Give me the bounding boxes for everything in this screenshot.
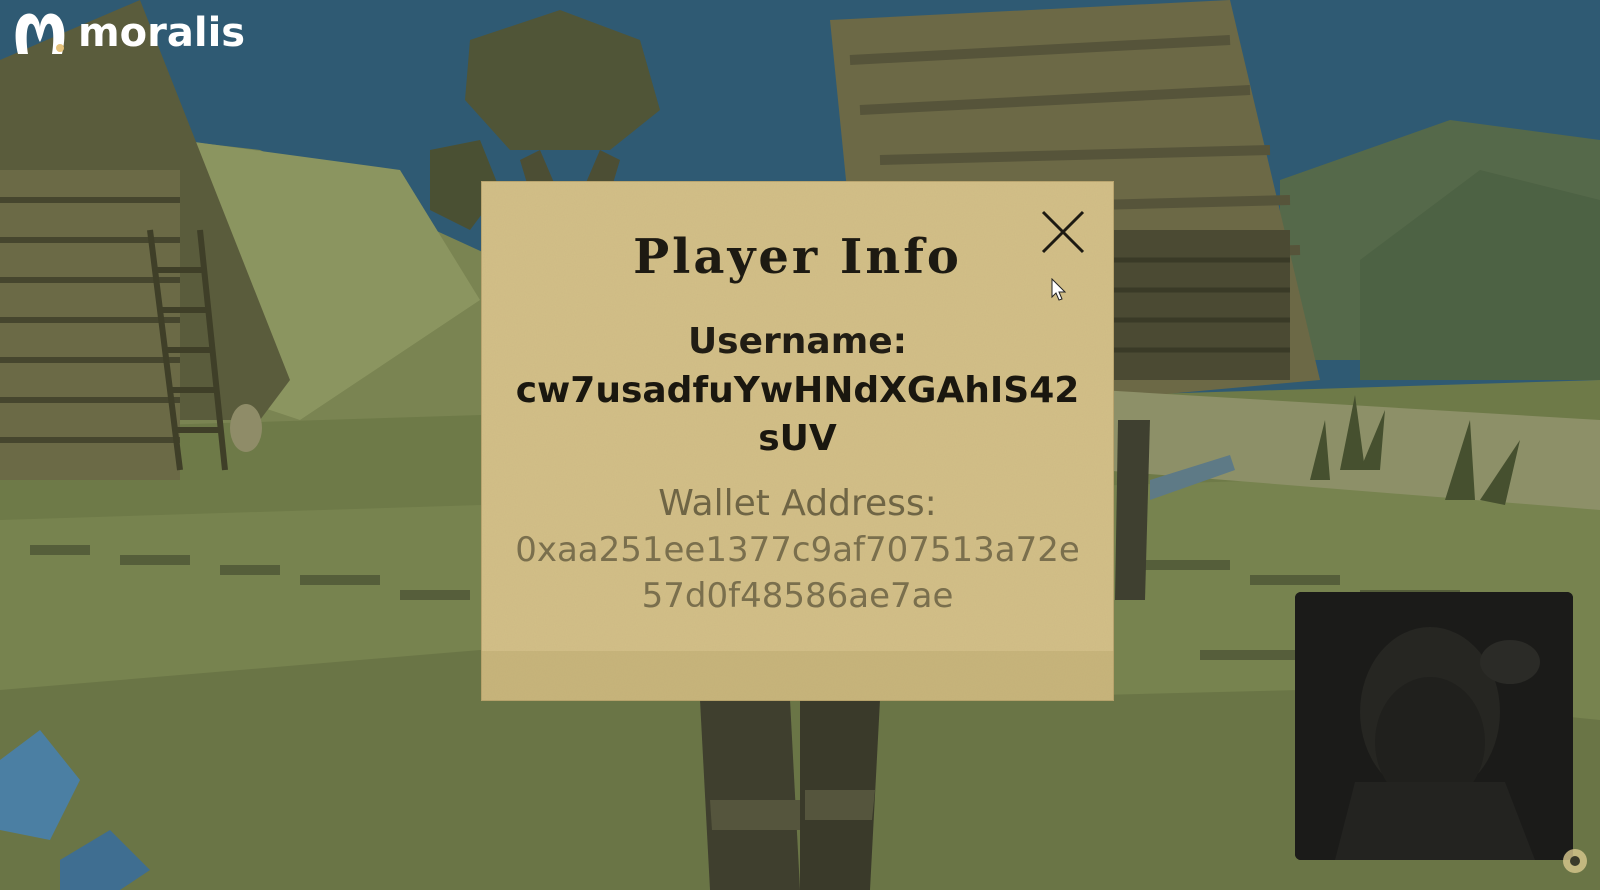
mouse-cursor-icon — [1051, 278, 1067, 301]
game-scene: moralis Player Info Username: cw7usadfuY… — [0, 0, 1600, 890]
webcam-feed — [1295, 592, 1573, 860]
player-info-dialog: Player Info Username: cw7usadfuYwHNdXGAh… — [481, 181, 1114, 701]
webcam-person-image — [1295, 592, 1573, 860]
close-icon — [1041, 210, 1085, 254]
close-button[interactable] — [1039, 208, 1087, 256]
brand-name: moralis — [78, 10, 246, 56]
wallet-address-label: Wallet Address: — [658, 483, 937, 524]
username-value: cw7usadfuYwHNdXGAhIS42sUV — [515, 370, 1080, 459]
username-label: Username: — [687, 321, 908, 362]
dialog-title: Player Info — [633, 229, 962, 285]
settings-icon[interactable] — [1560, 846, 1590, 876]
wallet-address-value: 0xaa251ee1377c9af707513a72e57d0f48586ae7… — [515, 530, 1080, 616]
moralis-logo: moralis — [10, 8, 245, 58]
moralis-logo-icon — [15, 13, 65, 55]
